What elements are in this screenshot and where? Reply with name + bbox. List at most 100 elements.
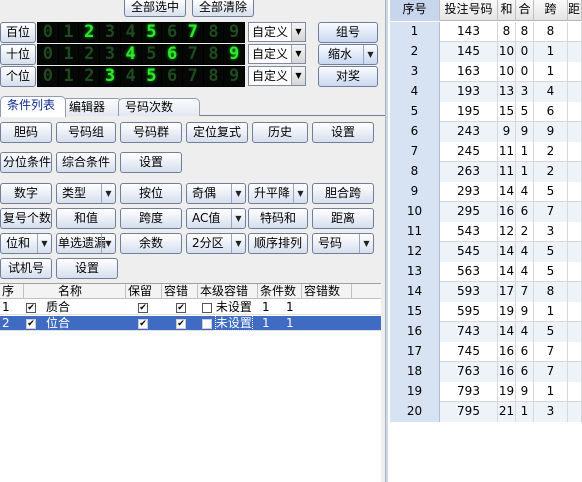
digit-toggle[interactable]: 4: [120, 45, 141, 64]
condition-grid[interactable]: 序 名称 保留 容错 本级容错 条件数 容错数 1 ✔ 质合 ✔ ✔ 未设置 1…: [0, 283, 381, 482]
tens-digit-selector[interactable]: 0123456789: [37, 44, 245, 65]
special-sum-button[interactable]: 特码和: [248, 208, 308, 229]
result-row[interactable]: 14 593 17 7 8: [390, 282, 582, 302]
row-fault-cell[interactable]: ✔: [162, 300, 198, 315]
header-keep[interactable]: 保留: [126, 284, 162, 299]
digit-toggle[interactable]: 8: [203, 45, 224, 64]
digit-toggle[interactable]: 6: [162, 67, 182, 86]
header-level-fault[interactable]: 本级容错: [198, 284, 258, 299]
result-row[interactable]: 16 743 14 4 5: [390, 322, 582, 342]
digit-toggle[interactable]: 0: [38, 45, 58, 64]
number-group-button[interactable]: 号码组: [56, 122, 116, 143]
digit-toggle[interactable]: 0: [38, 67, 58, 86]
chevron-down-icon[interactable]: ▼: [363, 45, 377, 64]
single-omission-button[interactable]: 单选遗漏 ▼: [56, 233, 116, 254]
number-cluster-button[interactable]: 号码群: [120, 122, 182, 143]
header-count[interactable]: 条件数: [258, 284, 302, 299]
result-row[interactable]: 10 295 16 6 7: [390, 202, 582, 222]
level-fault-checkbox[interactable]: [202, 302, 212, 313]
type-button[interactable]: 类型 ▼: [56, 183, 116, 204]
row-check-cell[interactable]: ✔: [24, 300, 44, 315]
keep-checkbox[interactable]: ✔: [138, 318, 148, 329]
chevron-down-icon[interactable]: ▼: [231, 234, 245, 253]
span-button[interactable]: 跨度: [120, 208, 182, 229]
row-checkbox[interactable]: ✔: [26, 318, 36, 329]
header-fault-count[interactable]: 容错数: [302, 284, 352, 299]
result-row[interactable]: 6 243 9 9 9: [390, 122, 582, 142]
fault-checkbox[interactable]: ✔: [176, 302, 186, 313]
chevron-down-icon[interactable]: ▼: [291, 45, 305, 63]
header-he[interactable]: 合: [516, 0, 534, 21]
two-zone-button[interactable]: 2分区 ▼: [186, 233, 246, 254]
position-sum-button[interactable]: 位和 ▼: [0, 233, 52, 254]
digit-toggle[interactable]: 7: [182, 23, 203, 42]
row-check-cell[interactable]: ✔: [24, 316, 44, 331]
result-row[interactable]: 18 763 16 6 7: [390, 362, 582, 382]
digit-toggle[interactable]: 3: [100, 67, 120, 86]
digit-toggle[interactable]: 4: [120, 67, 141, 86]
trial-number-button[interactable]: 试机号: [0, 258, 52, 279]
chevron-down-icon[interactable]: ▼: [291, 23, 305, 41]
select-all-button[interactable]: 全部选中: [124, 0, 186, 17]
header-fault[interactable]: 容错: [162, 284, 198, 299]
chevron-down-icon[interactable]: ▼: [231, 184, 245, 203]
digit-toggle[interactable]: 5: [141, 23, 162, 42]
digit-toggle[interactable]: 5: [141, 67, 162, 86]
history-button[interactable]: 历史: [252, 122, 308, 143]
group-button[interactable]: 组号: [318, 22, 378, 43]
rise-flat-fall-button[interactable]: 升平降 ▼: [248, 183, 308, 204]
chevron-down-icon[interactable]: ▼: [293, 184, 307, 203]
units-digit-selector[interactable]: 0123456789: [37, 66, 245, 87]
digit-toggle[interactable]: 1: [58, 23, 79, 42]
row-level-fault[interactable]: 未设置: [198, 300, 258, 315]
condition-row-selected[interactable]: 2 ✔ 位合 ✔ ✔ 未设置 1 1: [0, 316, 381, 331]
by-position-button[interactable]: 按位: [120, 183, 182, 204]
digit-toggle[interactable]: 7: [182, 67, 203, 86]
digit-toggle[interactable]: 1: [58, 45, 79, 64]
result-row[interactable]: 3 163 10 0 1: [390, 62, 582, 82]
hundreds-label-button[interactable]: 百位: [0, 22, 36, 43]
settings-button-2[interactable]: 设置: [120, 152, 182, 173]
chevron-down-icon[interactable]: ▼: [359, 234, 373, 253]
row-keep-cell[interactable]: ✔: [126, 300, 162, 315]
dan-sum-span-button[interactable]: 胆合跨: [312, 183, 374, 204]
tab-editor[interactable]: 编辑器: [62, 98, 122, 116]
hundreds-digit-selector[interactable]: 0123456789: [37, 22, 245, 43]
digit-toggle[interactable]: 9: [224, 67, 245, 86]
header-span[interactable]: 跨: [534, 0, 568, 21]
settings-button-1[interactable]: 设置: [312, 122, 374, 143]
result-row[interactable]: 12 545 14 4 5: [390, 242, 582, 262]
digit-toggle[interactable]: 7: [182, 45, 203, 64]
chevron-down-icon[interactable]: ▼: [101, 234, 115, 253]
keep-checkbox[interactable]: ✔: [138, 302, 148, 313]
digit-toggle[interactable]: 3: [100, 23, 120, 42]
result-row[interactable]: 8 263 11 1 2: [390, 162, 582, 182]
distance-button[interactable]: 距离: [312, 208, 374, 229]
result-row[interactable]: 20 795 21 1 3: [390, 402, 582, 422]
tens-mode-select[interactable]: 自定义 ▼: [248, 44, 306, 64]
row-keep-cell[interactable]: ✔: [126, 316, 162, 331]
digit-toggle[interactable]: 2: [79, 23, 100, 42]
header-name[interactable]: 名称: [24, 284, 126, 299]
result-table[interactable]: 序号 投注号码 和 合 跨 距离 11438882145100131631001…: [390, 0, 582, 482]
header-sum[interactable]: 和: [498, 0, 516, 21]
digit-toggle[interactable]: 4: [120, 23, 141, 42]
chevron-down-icon[interactable]: ▼: [231, 209, 245, 228]
shrink-button[interactable]: 缩水 ▼: [318, 44, 378, 65]
level-fault-checkbox[interactable]: [202, 318, 212, 329]
dan-code-button[interactable]: 胆码: [0, 122, 52, 143]
condition-row[interactable]: 1 ✔ 质合 ✔ ✔ 未设置 1 1: [0, 300, 381, 315]
digit-toggle[interactable]: 6: [162, 45, 182, 64]
tab-number-count[interactable]: 号码次数: [118, 98, 200, 116]
chevron-down-icon[interactable]: ▼: [291, 67, 305, 85]
result-row[interactable]: 1 143 8 8 8: [390, 22, 582, 42]
digit-toggle[interactable]: 9: [224, 45, 245, 64]
result-row[interactable]: 2 145 10 0 1: [390, 42, 582, 62]
position-conditions-button[interactable]: 分位条件: [0, 152, 52, 173]
digit-toggle[interactable]: 0: [38, 23, 58, 42]
combined-conditions-button[interactable]: 综合条件: [56, 152, 116, 173]
digit-toggle[interactable]: 9: [224, 23, 245, 42]
result-row[interactable]: 19 793 19 9 1: [390, 382, 582, 402]
digit-toggle[interactable]: 8: [203, 23, 224, 42]
panel-splitter[interactable]: [385, 0, 389, 482]
